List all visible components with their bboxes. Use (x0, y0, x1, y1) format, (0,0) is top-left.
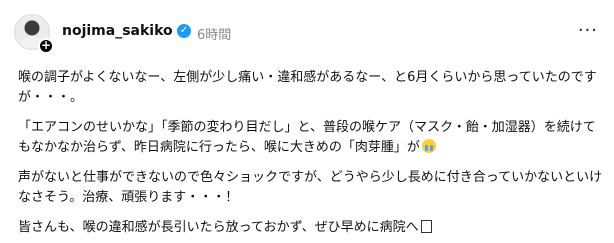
post-header: + nojima_sakiko ✓ 6時間 ··· (14, 14, 604, 58)
username[interactable]: nojima_sakiko (62, 23, 173, 39)
verified-icon: ✓ (177, 24, 191, 38)
post-paragraph-1: 喉の調子がよくないなー、左側が少し痛い・違和感があるなー、と6月くらいから思って… (18, 70, 597, 105)
follow-plus-icon[interactable]: + (38, 38, 54, 54)
missing-glyph-icon (420, 220, 432, 233)
more-options-icon[interactable]: ··· (578, 20, 598, 41)
crying-face-icon (421, 139, 436, 153)
post-paragraph-4: 皆さんも、喉の違和感が長引いたら放っておかず、ぜひ早めに病院へ (18, 218, 604, 238)
post-paragraph-2: 「エアコンのせいかな」「季節の変わり目だし」と、普段の喉ケア（マスク・飴・加湿器… (18, 120, 596, 155)
post-paragraph-3: 声がないと仕事ができないので色々ショックですが、どうやら少し長めに付き合っていか… (18, 170, 603, 205)
post-body: 喉の調子がよくないなー、左側が少し痛い・違和感があるなー、と6月くらいから思って… (18, 68, 604, 243)
post-time: 6時間 (197, 28, 232, 43)
avatar-container[interactable]: + (14, 14, 54, 54)
